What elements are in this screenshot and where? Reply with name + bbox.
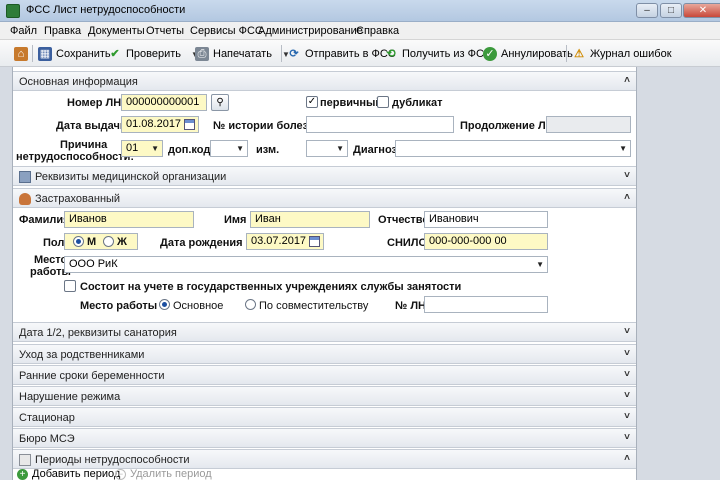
work-part-time-radio[interactable] bbox=[245, 299, 256, 310]
receive-icon: ⟲ bbox=[386, 48, 396, 60]
home-icon: ⌂ bbox=[14, 47, 28, 61]
delete-period-button[interactable]: − Удалить период bbox=[115, 468, 212, 480]
expand-icon[interactable]: ˅ bbox=[624, 369, 630, 380]
gender-female-radio[interactable] bbox=[103, 236, 114, 247]
medical-history-field[interactable] bbox=[306, 116, 454, 133]
ln-lookup-button[interactable]: ⚲ bbox=[211, 94, 229, 111]
expand-icon[interactable]: ˅ bbox=[624, 326, 630, 337]
work-main-radio[interactable] bbox=[159, 299, 170, 310]
expand-icon[interactable]: ˅ bbox=[624, 390, 630, 401]
snils-field[interactable]: 000-000-000 00 bbox=[424, 233, 548, 250]
calendar-icon[interactable] bbox=[184, 119, 195, 130]
error-log-button[interactable]: ⚠ Журнал ошибок bbox=[572, 45, 671, 63]
section-hospital[interactable]: Стационар ˅ bbox=[13, 407, 636, 427]
maximize-button[interactable]: □ bbox=[660, 3, 682, 18]
warning-icon: ⚠ bbox=[574, 48, 584, 60]
menu-fss-services[interactable]: Сервисы ФСС bbox=[190, 25, 263, 37]
gender-male-radio[interactable] bbox=[73, 236, 84, 247]
menu-bar: Файл Правка Документы Отчеты Сервисы ФСС… bbox=[0, 22, 720, 40]
annul-button[interactable]: ✓ Аннулировать bbox=[483, 45, 573, 63]
birth-date-field[interactable]: 03.07.2017 bbox=[246, 233, 324, 250]
menu-edit[interactable]: Правка bbox=[44, 25, 81, 37]
building-icon bbox=[19, 171, 31, 183]
menu-reports[interactable]: Отчеты bbox=[146, 25, 184, 37]
chevron-down-icon: ▼ bbox=[336, 144, 344, 153]
section-med-org[interactable]: Реквизиты медицинской организации ˅ bbox=[13, 166, 636, 186]
continuation-ln-field bbox=[546, 116, 631, 133]
issue-date-field[interactable]: 01.08.2017 bbox=[121, 116, 199, 133]
chevron-down-icon: ▼ bbox=[151, 144, 159, 153]
first-name-field[interactable]: Иван bbox=[250, 211, 370, 228]
reason-select[interactable]: 01 ▼ bbox=[121, 140, 163, 157]
printer-icon: ⎙ bbox=[195, 47, 209, 61]
chevron-down-icon: ▼ bbox=[236, 144, 244, 153]
section-mse[interactable]: Бюро МСЭ ˅ bbox=[13, 428, 636, 448]
ln-number-part-time-field[interactable] bbox=[424, 296, 548, 313]
collapse-icon[interactable]: ˄ bbox=[624, 453, 630, 464]
expand-icon[interactable]: ˅ bbox=[624, 432, 630, 443]
checkmark-icon: ✔ bbox=[110, 48, 120, 60]
diagnosis-select[interactable]: ▼ bbox=[395, 140, 631, 157]
section-pregnancy[interactable]: Ранние сроки беременности ˅ bbox=[13, 365, 636, 385]
chevron-down-icon: ▼ bbox=[536, 260, 544, 269]
duplicate-checkbox[interactable] bbox=[377, 96, 389, 108]
collapse-icon[interactable]: ˄ bbox=[624, 192, 630, 203]
toolbar-separator bbox=[281, 45, 282, 62]
change-code-select[interactable]: ▼ bbox=[306, 140, 348, 157]
document-icon bbox=[19, 454, 31, 466]
section-violation[interactable]: Нарушение режима ˅ bbox=[13, 386, 636, 406]
title-bar: ФСС Лист нетрудоспособности – □ ✕ bbox=[0, 0, 720, 22]
section-care[interactable]: Уход за родственниками ˅ bbox=[13, 344, 636, 364]
toolbar-separator bbox=[566, 45, 567, 62]
section-insured[interactable]: Застрахованный ˄ bbox=[13, 188, 636, 208]
window-background bbox=[637, 67, 720, 480]
print-button[interactable]: ⎙ Напечатать ▼ bbox=[195, 45, 290, 63]
last-name-field[interactable]: Иванов bbox=[64, 211, 194, 228]
collapse-icon[interactable]: ˄ bbox=[624, 75, 630, 86]
check-button[interactable]: ✔ Проверить ▼ bbox=[108, 45, 199, 63]
expand-icon[interactable]: ˅ bbox=[624, 348, 630, 359]
save-button[interactable]: ▦ Сохранить bbox=[38, 45, 111, 63]
extra-code-select[interactable]: ▼ bbox=[210, 140, 248, 157]
section-date12[interactable]: Дата 1/2, реквизиты санатория ˅ bbox=[13, 322, 636, 342]
calendar-icon[interactable] bbox=[309, 236, 320, 247]
window-title: ФСС Лист нетрудоспособности bbox=[26, 4, 186, 16]
minus-icon: − bbox=[115, 468, 126, 480]
toolbar-separator bbox=[32, 45, 33, 62]
chevron-down-icon: ▼ bbox=[619, 144, 627, 153]
primary-checkbox[interactable]: ✓ bbox=[306, 96, 318, 108]
gender-radio-group: М Ж bbox=[64, 233, 138, 250]
toolbar: ⌂ ▦ Сохранить ✔ Проверить ▼ ⎙ Напечатать… bbox=[0, 40, 720, 67]
menu-administration[interactable]: Администрирование bbox=[258, 25, 363, 37]
search-icon: ⚲ bbox=[216, 97, 224, 108]
expand-icon[interactable]: ˅ bbox=[624, 170, 630, 181]
expand-icon[interactable]: ˅ bbox=[624, 411, 630, 422]
menu-help[interactable]: Справка bbox=[356, 25, 399, 37]
section-main-info[interactable]: Основная информация ˄ bbox=[13, 71, 636, 91]
receive-from-fss-button[interactable]: ⟲ Получить из ФСС bbox=[384, 45, 492, 63]
person-icon bbox=[19, 193, 31, 205]
minimize-button[interactable]: – bbox=[636, 3, 658, 18]
plus-icon: + bbox=[17, 468, 28, 480]
patronymic-field[interactable]: Иванович bbox=[424, 211, 548, 228]
send-icon: ⟳ bbox=[289, 48, 299, 60]
app-icon bbox=[6, 4, 20, 18]
workplace-select[interactable]: ООО РиК ▼ bbox=[64, 256, 548, 273]
menu-documents[interactable]: Документы bbox=[88, 25, 145, 37]
add-period-button[interactable]: + Добавить период bbox=[17, 468, 120, 480]
send-to-fss-button[interactable]: ⟳ Отправить в ФСС bbox=[287, 45, 395, 63]
ln-number-field[interactable]: 000000000001 bbox=[121, 94, 207, 111]
home-button[interactable]: ⌂ bbox=[14, 45, 32, 63]
section-periods[interactable]: Периоды нетрудоспособности ˄ bbox=[13, 449, 636, 469]
employment-service-checkbox[interactable] bbox=[64, 280, 76, 292]
annul-icon: ✓ bbox=[483, 47, 497, 61]
save-icon: ▦ bbox=[38, 47, 52, 61]
menu-file[interactable]: Файл bbox=[10, 25, 37, 37]
close-button[interactable]: ✕ bbox=[683, 3, 720, 18]
